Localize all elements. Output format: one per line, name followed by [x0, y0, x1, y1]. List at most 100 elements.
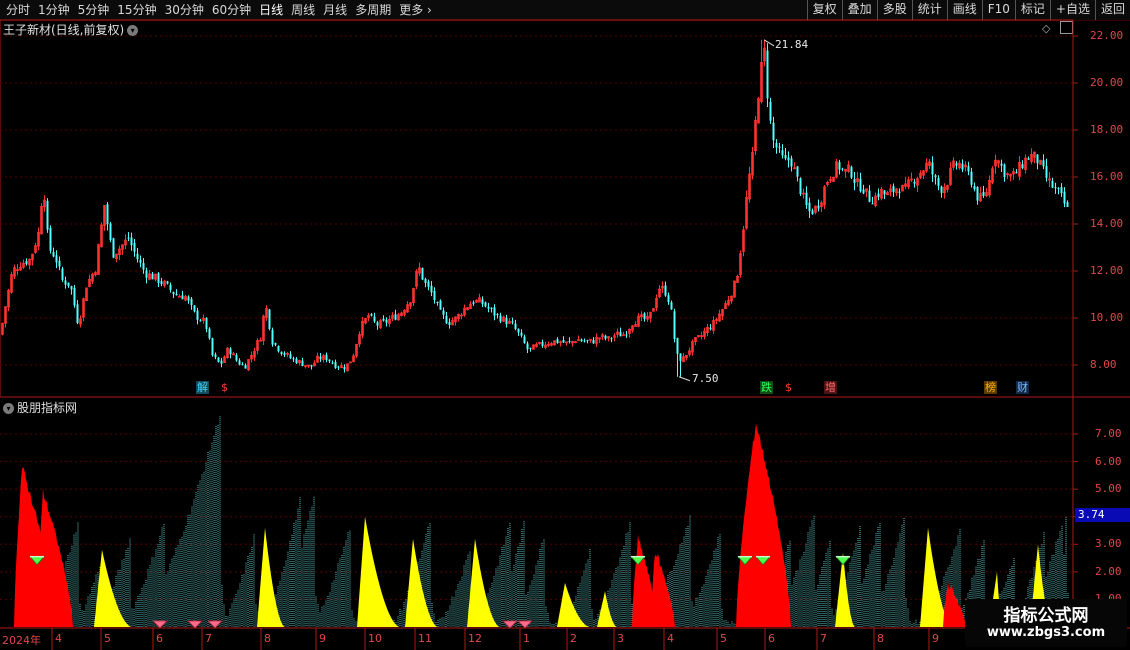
- candle-body: [898, 191, 901, 193]
- candle-body: [433, 290, 436, 301]
- x-axis-label: 7: [820, 632, 827, 645]
- candle-body: [328, 359, 331, 362]
- candle-body: [343, 367, 346, 370]
- candle-body: [145, 270, 148, 278]
- candle-body: [280, 351, 283, 355]
- candle-body: [67, 282, 70, 286]
- candle-body: [673, 311, 676, 339]
- event-tag[interactable]: 跌: [760, 381, 773, 394]
- candle-body: [283, 353, 286, 355]
- candle-body: [421, 267, 424, 280]
- candle-body: [295, 358, 298, 364]
- candle-body: [271, 329, 274, 345]
- candle-body: [853, 179, 856, 184]
- x-axis-label: 12: [468, 632, 482, 645]
- x-axis-label: 11: [418, 632, 432, 645]
- candle-body: [193, 305, 196, 312]
- candle-body: [382, 318, 385, 321]
- candle-body: [967, 166, 970, 172]
- candle-body: [214, 354, 217, 358]
- main-y-tick-label: 18.00: [1090, 123, 1124, 136]
- candle-body: [166, 281, 169, 284]
- candle-body: [982, 192, 985, 196]
- candle-body: [52, 252, 55, 257]
- candle-body: [211, 338, 214, 356]
- candle-body: [484, 302, 487, 307]
- candle-body: [238, 360, 241, 365]
- candle-body: [622, 334, 625, 337]
- high-price-label: 21.84: [775, 38, 808, 51]
- event-tag[interactable]: 榜: [984, 381, 997, 394]
- candle-body: [784, 154, 787, 159]
- candle-body: [241, 364, 244, 366]
- sub-y-tick-label: 2.00: [1095, 564, 1122, 578]
- candle-body: [511, 321, 514, 323]
- chart-canvas[interactable]: [0, 0, 1130, 650]
- candle-body: [850, 166, 853, 178]
- candle-body: [877, 193, 880, 198]
- candle-body: [505, 317, 508, 325]
- candle-body: [481, 299, 484, 304]
- candle-body: [229, 348, 232, 355]
- candle-body: [892, 186, 895, 192]
- x-axis-label: 8: [877, 632, 884, 645]
- candle-body: [955, 163, 958, 166]
- candle-body: [448, 322, 451, 325]
- candle-body: [331, 362, 334, 364]
- x-axis-label: 9: [319, 632, 326, 645]
- candle-body: [181, 295, 184, 300]
- candle-body: [868, 190, 871, 202]
- candle-body: [1027, 158, 1030, 160]
- candle-body: [664, 285, 667, 296]
- x-axis-label: 2: [570, 632, 577, 645]
- candle-body: [487, 306, 490, 309]
- event-tag[interactable]: $: [220, 381, 229, 394]
- event-tag[interactable]: 财: [1016, 381, 1029, 394]
- sub-y-tick-label: 6.00: [1095, 454, 1122, 468]
- candle-body: [427, 281, 430, 287]
- candle-body: [175, 293, 178, 296]
- candle-body: [196, 310, 199, 320]
- candle-body: [274, 343, 277, 345]
- candle-body: [1054, 187, 1057, 189]
- green-gem-icon: [835, 556, 851, 566]
- candle-body: [775, 142, 778, 148]
- candle-body: [781, 150, 784, 156]
- candle-body: [1015, 172, 1018, 174]
- candle-body: [568, 341, 571, 343]
- candle-body: [208, 328, 211, 339]
- candle-body: [373, 316, 376, 322]
- candle-body: [1051, 180, 1054, 188]
- candle-body: [1063, 191, 1066, 204]
- candle-body: [325, 354, 328, 361]
- candle-body: [799, 178, 802, 195]
- candle-body: [58, 260, 61, 267]
- high-price-value: 21.84: [775, 38, 809, 51]
- candle-body: [292, 358, 295, 360]
- x-axis-label: 2024年: [2, 634, 41, 647]
- candle-body: [787, 157, 790, 161]
- candle-body: [883, 190, 886, 195]
- candle-body: [1036, 154, 1039, 164]
- candle-body: [790, 158, 793, 167]
- candle-body: [472, 302, 475, 304]
- watermark-url: www.zbgs3.com: [986, 625, 1106, 640]
- event-tag[interactable]: 增: [824, 381, 837, 394]
- candle-body: [838, 162, 841, 170]
- sub-y-tick-label: 7.00: [1095, 427, 1122, 440]
- event-tag[interactable]: $: [784, 381, 793, 394]
- candle-body: [277, 346, 280, 352]
- candle-body: [169, 284, 172, 290]
- candle-body: [376, 322, 379, 326]
- candle-body: [439, 300, 442, 310]
- event-tag[interactable]: 解: [196, 381, 209, 394]
- watermark: 指标公式网 www.zbgs3.com: [965, 599, 1127, 647]
- candle-body: [151, 273, 154, 280]
- yellow-signal-area: [257, 527, 285, 627]
- candle-body: [862, 189, 865, 194]
- candle-body: [490, 307, 493, 309]
- yellow-signal-area: [357, 516, 400, 627]
- candle-body: [667, 295, 670, 303]
- candle-body: [541, 341, 544, 346]
- candle-body: [931, 162, 934, 175]
